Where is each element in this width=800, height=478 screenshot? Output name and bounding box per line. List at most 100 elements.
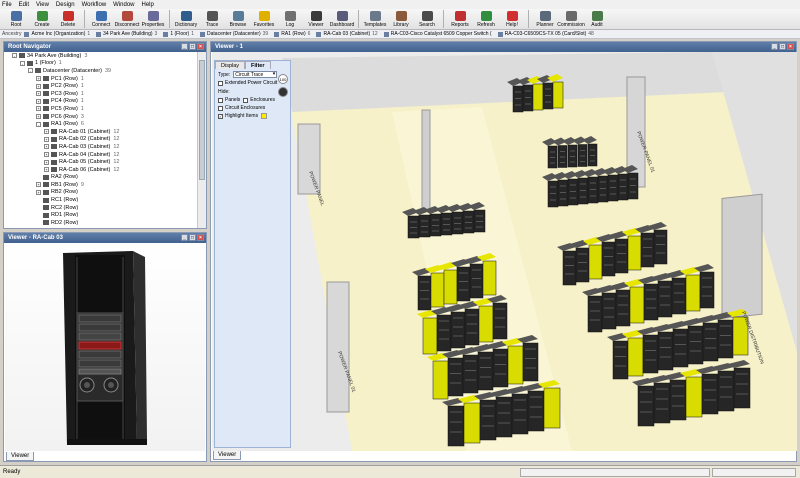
rack-cabinet[interactable] <box>629 286 645 324</box>
tab-display[interactable]: Display <box>215 61 246 69</box>
rack-cabinet[interactable] <box>567 144 578 168</box>
menu-edit[interactable]: Edit <box>19 2 29 8</box>
rack-cabinet[interactable] <box>588 244 603 280</box>
tree-item[interactable]: - 34 Park Ave (Building) 3 <box>4 52 198 60</box>
tree-item[interactable]: RA2 (Row) <box>4 174 198 182</box>
rack-cabinet[interactable] <box>456 266 471 302</box>
log-button[interactable]: Log <box>277 9 303 28</box>
expand-toggle-icon[interactable]: + <box>44 159 49 165</box>
rack-cabinet[interactable] <box>685 376 703 418</box>
rack-cabinet[interactable] <box>507 345 524 385</box>
expand-toggle-icon[interactable]: - <box>28 68 33 74</box>
rack-cabinet[interactable] <box>657 280 673 318</box>
browse-button[interactable]: Browse <box>225 9 251 28</box>
rack-cabinet[interactable] <box>643 283 659 321</box>
tree-item[interactable]: + RA-Cab 03 (Cabinet) 12 <box>4 143 198 151</box>
main-viewer-tab[interactable]: Viewer <box>213 451 242 460</box>
close-icon[interactable]: × <box>787 43 794 50</box>
create-button[interactable]: Create <box>29 9 55 28</box>
rack-cabinet[interactable] <box>473 209 486 233</box>
tree-item[interactable]: + RA-Cab 01 (Cabinet) 12 <box>4 128 198 136</box>
minimize-icon[interactable]: _ <box>181 234 188 241</box>
rack-cabinet[interactable] <box>451 211 464 235</box>
root-button[interactable]: Root <box>3 9 29 28</box>
tree-item[interactable]: + PC1 (Row) 1 <box>4 75 198 83</box>
circuit-enclosures-checkbox[interactable] <box>218 105 223 111</box>
viewer-button[interactable]: Viewer <box>303 9 329 28</box>
tree-item[interactable]: + PC5 (Row) 1 <box>4 105 198 113</box>
tree-item[interactable]: + RA-Cab 06 (Cabinet) 12 <box>4 166 198 174</box>
expand-toggle-icon[interactable]: + <box>36 98 41 104</box>
datacenter-3d-scene[interactable]: POWER PANEL POWER DISTRIBUTION POWER-PAN… <box>212 52 797 451</box>
tree-item[interactable]: - Datacenter (Datacenter) 39 <box>4 67 198 75</box>
rack-cabinet[interactable] <box>542 82 554 110</box>
rack-cabinet[interactable] <box>617 173 629 201</box>
maximize-icon[interactable]: □ <box>779 43 786 50</box>
panels-checkbox[interactable] <box>218 97 223 103</box>
dictionary-button[interactable]: Dictionary <box>173 9 199 28</box>
rack-cabinet[interactable] <box>417 275 432 311</box>
favorites-button[interactable]: Favorites <box>251 9 277 28</box>
expand-toggle-icon[interactable]: + <box>36 182 41 188</box>
audit-button[interactable]: Audit <box>584 9 610 28</box>
rack-cabinet[interactable] <box>597 175 609 203</box>
rack-cabinet[interactable] <box>607 174 619 202</box>
rack-cabinet[interactable] <box>463 402 481 444</box>
cabinet-3d-view[interactable] <box>5 243 205 451</box>
rack-cabinet[interactable] <box>512 85 524 113</box>
expand-toggle-icon[interactable]: - <box>12 53 17 59</box>
type-select[interactable]: Circuit Trace <box>233 71 278 78</box>
refresh-button[interactable]: Refresh <box>473 9 499 28</box>
tree-item[interactable]: RC2 (Row) <box>4 204 198 212</box>
rack-cabinet[interactable] <box>469 263 484 299</box>
rack-cabinet[interactable] <box>462 210 475 234</box>
tree-item[interactable]: + RB1 (Row) 9 <box>4 181 198 189</box>
expand-toggle-icon[interactable]: + <box>44 129 49 135</box>
rack-cabinet[interactable] <box>587 295 603 333</box>
tree-item[interactable]: + RA-Cab 04 (Cabinet) 12 <box>4 151 198 159</box>
minimize-icon[interactable]: _ <box>181 43 188 50</box>
dashboard-button[interactable]: Dashboard <box>329 9 355 28</box>
rack-cabinet[interactable] <box>614 238 629 274</box>
tree-item[interactable]: + RA-Cab 05 (Cabinet) 12 <box>4 158 198 166</box>
rack-cabinet[interactable] <box>407 215 420 239</box>
maximize-icon[interactable]: □ <box>189 43 196 50</box>
menu-workflow[interactable]: Workflow <box>82 2 107 8</box>
minimize-icon[interactable]: _ <box>771 43 778 50</box>
highlight-checkbox[interactable]: ✓ <box>218 113 223 119</box>
rack-cabinet[interactable] <box>440 212 453 236</box>
planner-button[interactable]: Planner <box>532 9 558 28</box>
breadcrumb-item[interactable]: 34 Park Ave (Building) 3 <box>96 31 157 37</box>
rack-cabinet[interactable] <box>615 289 631 327</box>
expand-toggle-icon[interactable]: - <box>36 121 41 127</box>
rack-cabinet[interactable] <box>418 214 431 238</box>
tree-item[interactable]: + RB2 (Row) <box>4 189 198 197</box>
rack-cabinet[interactable] <box>653 229 668 265</box>
tree-item[interactable]: RC1 (Row) <box>4 196 198 204</box>
rack-cabinet[interactable] <box>557 179 569 207</box>
search-button[interactable]: Search <box>414 9 440 28</box>
menu-help[interactable]: Help <box>142 2 154 8</box>
rack-cabinet[interactable] <box>627 172 639 200</box>
commission-button[interactable]: Commission <box>557 9 585 28</box>
menu-view[interactable]: View <box>36 2 49 8</box>
tree-item[interactable]: + PC2 (Row) 1 <box>4 82 198 90</box>
breadcrumb-item[interactable]: RA1 (Row) 6 <box>274 31 310 37</box>
rack-cabinet[interactable] <box>547 180 559 208</box>
rack-cabinet[interactable] <box>601 241 616 277</box>
rack-cabinet[interactable] <box>429 213 442 237</box>
rack-cabinet[interactable] <box>450 311 466 349</box>
expand-toggle-icon[interactable]: + <box>36 76 41 82</box>
tree-item[interactable]: RD1 (Row) <box>4 211 198 219</box>
rack-cabinet[interactable] <box>430 272 445 308</box>
enclosures-checkbox[interactable] <box>243 97 249 103</box>
expand-toggle-icon[interactable]: + <box>36 189 41 195</box>
expand-toggle-icon[interactable]: + <box>36 106 41 112</box>
rack-cabinet[interactable] <box>685 274 701 312</box>
expand-toggle-icon[interactable]: + <box>44 144 49 150</box>
scrollbar-thumb[interactable] <box>199 60 205 180</box>
breadcrumb-item[interactable]: RA-Cab 03 (Cabinet) 12 <box>316 31 378 37</box>
rack-cabinet[interactable] <box>562 250 577 286</box>
breadcrumb-item[interactable]: RA-C03-C6509CS-TX 05 (Card/Slot) 48 <box>497 31 594 37</box>
properties-button[interactable]: Properties <box>140 9 166 28</box>
